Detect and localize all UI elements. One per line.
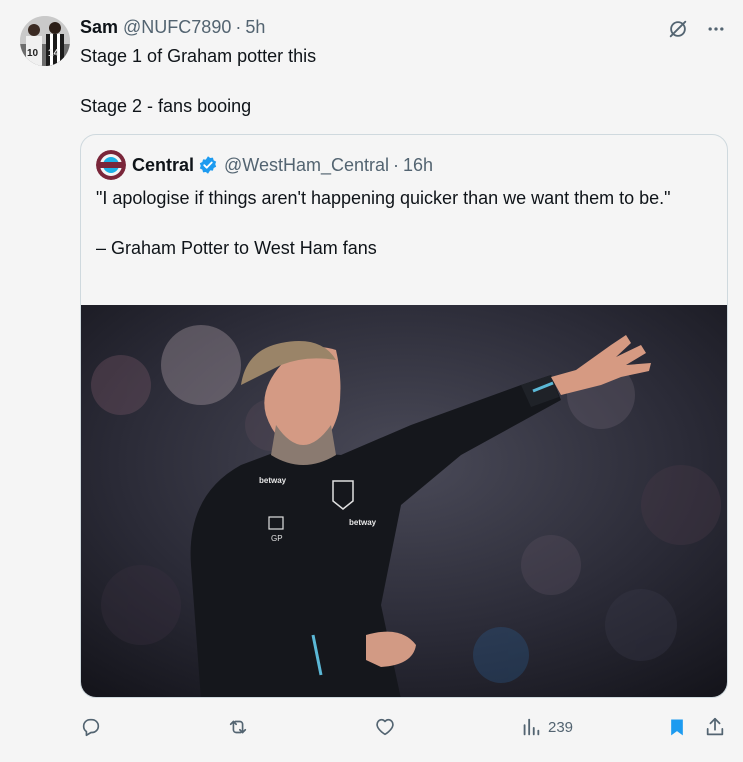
tweet-text: Stage 1 of Graham potter this Stage 2 - … — [80, 44, 316, 118]
like-button[interactable] — [374, 713, 396, 741]
svg-text:10: 10 — [27, 48, 39, 59]
like-icon — [376, 718, 394, 736]
bookmark-button[interactable] — [667, 713, 687, 741]
more-icon[interactable] — [703, 16, 729, 42]
quote-author-name[interactable]: Central — [132, 155, 194, 176]
tweet-text-line-2: Stage 2 - fans booing — [80, 96, 252, 116]
avatar[interactable]: 10 14 — [20, 16, 70, 66]
photo-initials: GP — [271, 534, 283, 543]
action-bar: 239 — [80, 713, 728, 741]
verified-badge-icon — [198, 155, 218, 175]
tweet-header: Sam @NUFC7890 · 5h — [80, 17, 265, 39]
photo-sponsor-text-2: betway — [349, 518, 377, 527]
quoted-tweet[interactable]: Central @WestHam_Central · 16h "I apolog… — [80, 134, 728, 698]
views-button[interactable]: 239 — [520, 713, 573, 741]
retweet-button[interactable] — [226, 713, 250, 741]
reply-button[interactable] — [80, 713, 102, 741]
grok-icon[interactable] — [665, 16, 691, 42]
quote-header: Central @WestHam_Central · 16h — [96, 150, 433, 180]
share-icon — [706, 717, 724, 736]
tweet-text-line-1: Stage 1 of Graham potter this — [80, 46, 317, 66]
avatar-image: 10 14 — [20, 16, 70, 66]
west-ham-central-logo-icon — [96, 150, 126, 180]
author-name[interactable]: Sam — [80, 17, 118, 38]
top-actions — [665, 16, 729, 42]
views-icon — [523, 718, 540, 736]
quote-avatar[interactable] — [96, 150, 126, 180]
separator-dot: · — [235, 17, 242, 37]
reply-icon — [82, 718, 100, 737]
quote-time[interactable]: 16h — [403, 155, 433, 176]
quote-separator-dot: · — [393, 154, 400, 175]
tweet-time[interactable]: 5h — [245, 17, 265, 38]
share-button[interactable] — [704, 713, 726, 741]
quote-author-handle[interactable]: @WestHam_Central — [224, 155, 389, 176]
svg-text:14: 14 — [48, 48, 60, 59]
photo-sponsor-text-1: betway — [259, 476, 287, 485]
quote-attribution: – Graham Potter to West Ham fans — [96, 238, 377, 258]
quote-photo[interactable]: betway betway GP — [81, 305, 728, 698]
author-handle[interactable]: @NUFC7890 — [123, 17, 231, 38]
views-count: 239 — [548, 718, 574, 736]
retweet-icon — [229, 720, 247, 734]
quote-body: "I apologise if things aren't happening … — [96, 188, 671, 208]
quote-text: "I apologise if things aren't happening … — [96, 185, 706, 261]
bookmark-icon — [671, 719, 683, 736]
tweet[interactable]: 10 14 Sam @NUFC7890 · 5h Stage 1 of Grah… — [0, 0, 743, 762]
